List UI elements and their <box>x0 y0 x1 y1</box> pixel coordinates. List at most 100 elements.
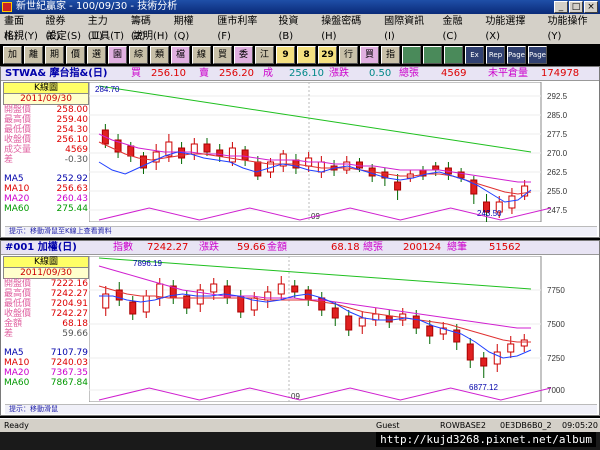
ma-row: MA10 7240.03 <box>3 358 89 368</box>
menu-item-r1-9[interactable]: 金融(C) <box>442 14 476 42</box>
toolbar-button-24[interactable]: Page <box>507 45 526 64</box>
toolbar-button-9[interactable]: 線 <box>192 45 211 64</box>
toolbar-button-16[interactable]: 行 <box>339 45 358 64</box>
clock-text: 09:05:20 <box>562 421 598 430</box>
candle-body <box>358 317 366 327</box>
ma-row: MA20 260.43 <box>3 194 89 204</box>
ma-value: 7867.84 <box>50 378 88 388</box>
menu-item-r1-7[interactable]: 操盤密碼(H) <box>321 14 375 42</box>
toolbar-button-13[interactable]: 9 <box>276 45 295 64</box>
candle-body <box>480 357 488 367</box>
toolbar-button-5[interactable]: 園 <box>108 45 127 64</box>
toolbar-button-2[interactable]: 期 <box>45 45 64 64</box>
futures-status-text: 提示：移動滑鼠至K線上查看資料 <box>9 227 112 235</box>
menu-item-r1-3[interactable]: 籌碼(Z) <box>131 14 165 42</box>
server-text: ROWBASE2 <box>440 421 486 430</box>
futures-candlestick-chart[interactable]: 292.5285.0277.5270.0262.5255.0247.5240.0… <box>89 82 589 222</box>
quote-value: 4569 <box>65 145 88 155</box>
quote-label: 最低價 <box>4 299 32 309</box>
menu-item-r1-10[interactable]: 功能選擇(X) <box>485 14 538 42</box>
menu-item-r1-4[interactable]: 期權(Q) <box>174 14 209 42</box>
menu-item-r1-0[interactable]: 畫面(L) <box>4 14 36 42</box>
ma-label: MA10 <box>4 358 30 368</box>
quote-value: 259.40 <box>56 115 89 125</box>
menu-item-r2-2[interactable]: 工具(T) <box>90 29 124 44</box>
volume-value: 200124 <box>403 242 442 253</box>
toolbar-button-11[interactable]: 委 <box>234 45 253 64</box>
menu-item-r1-8[interactable]: 國際資訊(I) <box>384 14 433 42</box>
quote-value: 68.18 <box>62 319 88 329</box>
toolbar-button-17[interactable]: 買 <box>360 45 379 64</box>
index-candlestick-chart[interactable]: 7750750072507000097896.196877.12 <box>89 256 589 402</box>
y-tick-label: 247.5 <box>547 206 568 215</box>
toolbar-button-0[interactable]: 加 <box>3 45 22 64</box>
toolbar-button-19[interactable] <box>402 45 421 64</box>
quote-row: 差 59.66 <box>3 329 89 339</box>
menu-item-r1-1[interactable]: 證券(E) <box>45 14 78 42</box>
ma-label: MA10 <box>4 184 30 194</box>
amount-value: 68.18 <box>331 242 360 253</box>
toolbar-button-7[interactable]: 類 <box>150 45 169 64</box>
quote-row: 成交量 4569 <box>3 145 89 155</box>
menu-item-r1-11[interactable]: 功能操作(Y) <box>548 14 600 42</box>
candle-body <box>277 283 285 295</box>
menu-item-r1-5[interactable]: 匯市利率(F) <box>217 14 269 42</box>
session-id-text: 0E3DB6B0_2 <box>500 421 552 430</box>
candle-body <box>520 339 528 347</box>
candle-body <box>264 291 272 301</box>
ma-label: MA60 <box>4 204 30 214</box>
menu-item-r2-1[interactable]: 設定(S) <box>47 29 81 44</box>
toolbar-button-23[interactable]: Rep <box>486 45 505 64</box>
candle-body <box>254 161 262 177</box>
toolbar-button-18[interactable]: 指 <box>381 45 400 64</box>
toolbar-button-14[interactable]: 8 <box>297 45 316 64</box>
y-tick-label: 7250 <box>547 354 565 363</box>
candle-body <box>142 295 150 313</box>
quote-value: -0.30 <box>64 155 88 165</box>
sell-value: 256.20 <box>219 68 254 79</box>
ma-row: MA5 252.92 <box>3 174 89 184</box>
toolbar-button-4[interactable]: 選 <box>87 45 106 64</box>
index-label: 指數 <box>113 242 133 253</box>
quote-label: 成交量 <box>4 145 32 155</box>
minimize-button[interactable]: _ <box>554 1 568 13</box>
toolbar-button-1[interactable]: 離 <box>24 45 43 64</box>
candle-body <box>507 343 515 353</box>
toolbar-button-12[interactable]: 江 <box>255 45 274 64</box>
y-tick-label: 262.5 <box>547 168 568 177</box>
quote-label: 金額 <box>4 319 23 329</box>
volume-label: 總張 <box>399 68 419 79</box>
ma-value: 7107.79 <box>50 348 88 358</box>
quote-label: 最高價 <box>4 115 32 125</box>
toolbar-button-3[interactable]: 價 <box>66 45 85 64</box>
toolbar-button-6[interactable]: 綜 <box>129 45 148 64</box>
candle-body <box>210 283 218 293</box>
toolbar-button-21[interactable] <box>444 45 463 64</box>
toolbar-button-15[interactable]: 29 <box>318 45 337 64</box>
quote-value: 59.66 <box>62 329 88 339</box>
quote-row: 最低價 7204.91 <box>3 299 89 309</box>
candle-body <box>317 161 325 173</box>
candle-body <box>156 283 164 299</box>
candle-body <box>241 149 249 161</box>
quote-value: 7222.16 <box>50 279 88 289</box>
low-annotation: 6877.12 <box>469 383 498 392</box>
quote-row: 開盤價 258.00 <box>3 105 89 115</box>
menu-item-r2-3[interactable]: 說明(H) <box>133 29 168 44</box>
menu-item-r1-6[interactable]: 投資(B) <box>278 14 312 42</box>
toolbar-button-20[interactable] <box>423 45 442 64</box>
y-tick-label: 277.5 <box>547 130 568 139</box>
kline-label: K線圖 <box>3 82 89 94</box>
toolbar-button-25[interactable]: Page <box>528 45 547 64</box>
menu-bar: 畫面(L) 證券(E) 主力(U) 籌碼(Z) 期權(Q) 匯市利率(F) 投資(B) 操盤密… <box>0 14 600 44</box>
ma-label: MA60 <box>4 378 30 388</box>
menu-item-r1-2[interactable]: 主力(U) <box>88 14 122 42</box>
toolbar-button-22[interactable]: Ex <box>465 45 484 64</box>
close-button[interactable]: × <box>584 1 598 13</box>
toolbar-button-10[interactable]: 貿 <box>213 45 232 64</box>
candle-body <box>426 325 434 337</box>
volume-value: 4569 <box>441 68 467 79</box>
menu-item-r2-0[interactable]: 格視(Y) <box>4 29 38 44</box>
maximize-button[interactable]: □ <box>569 1 583 13</box>
toolbar-button-8[interactable]: 檔 <box>171 45 190 64</box>
